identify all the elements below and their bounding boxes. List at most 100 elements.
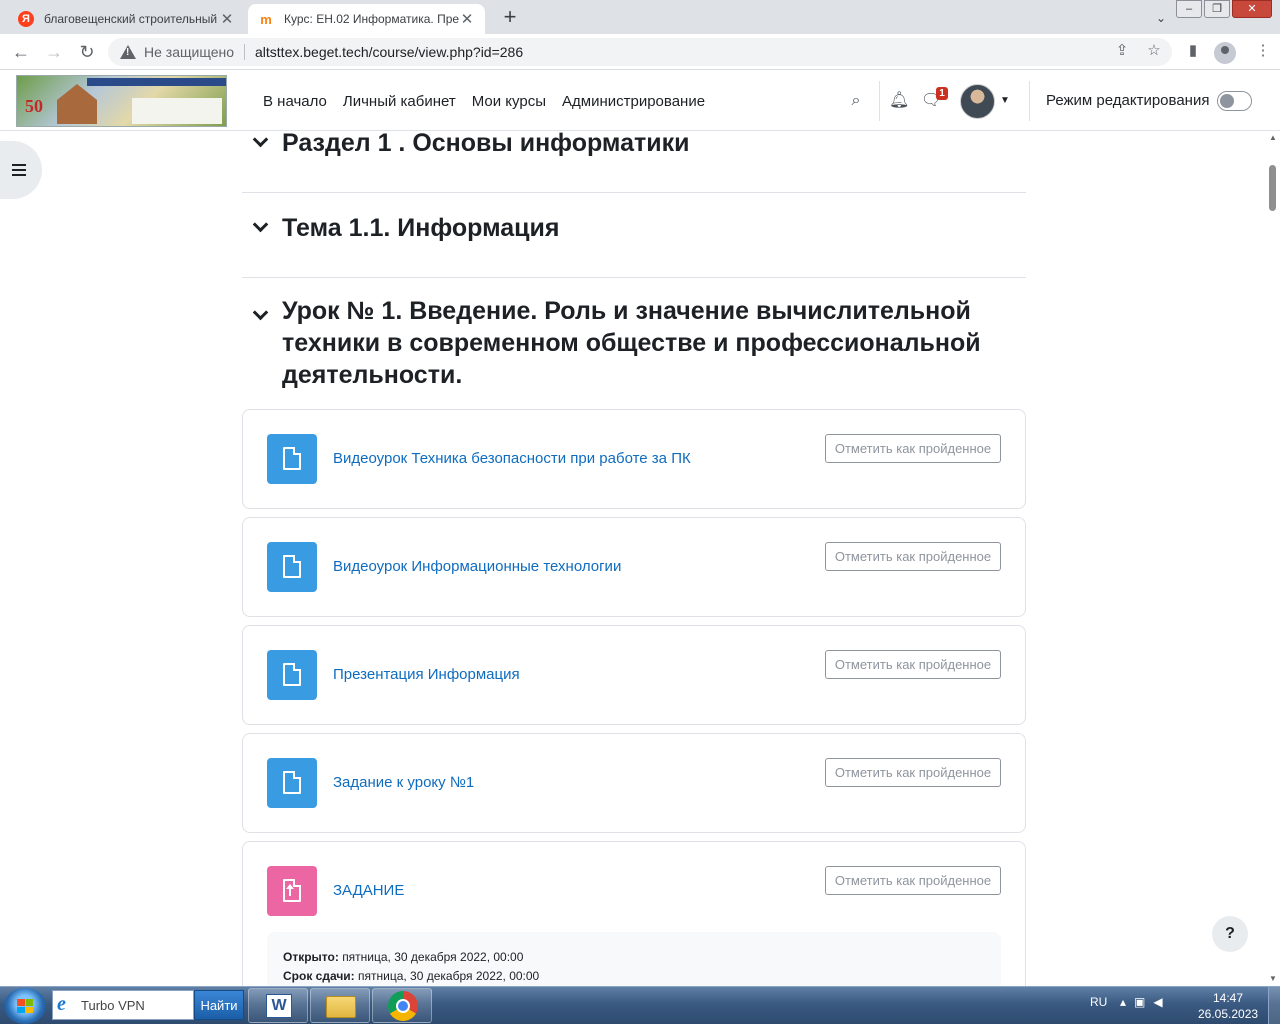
tray-icons[interactable]: ▴▣◀︎ xyxy=(1120,995,1171,1009)
activity-link[interactable]: Задание к уроку №1 xyxy=(333,772,474,794)
taskbar-word-button[interactable]: W xyxy=(248,988,308,1023)
message-count-badge: 1 xyxy=(936,87,948,100)
mark-done-button[interactable]: Отметить как пройденное xyxy=(825,650,1001,679)
chevron-down-icon[interactable] xyxy=(252,219,268,235)
tab-search-icon[interactable]: ⌄ xyxy=(1151,8,1171,28)
internet-explorer-icon: e xyxy=(57,993,66,1015)
nav-admin-link[interactable]: Администрирование xyxy=(562,93,705,110)
bell-icon[interactable]: 🔔︎ xyxy=(889,91,909,111)
window-controls: – ❐ ✕ xyxy=(1174,0,1272,18)
warning-icon[interactable] xyxy=(120,44,136,60)
help-button[interactable]: ? xyxy=(1212,916,1248,952)
nav-dashboard-link[interactable]: Личный кабинет xyxy=(343,93,456,110)
close-icon[interactable]: ✕ xyxy=(219,10,235,28)
new-tab-button[interactable]: + xyxy=(498,6,522,30)
activity-link[interactable]: Видеоурок Информационные технологии xyxy=(333,556,621,578)
mark-done-button[interactable]: Отметить как пройденное xyxy=(825,758,1001,787)
chevron-down-icon[interactable]: ▼ xyxy=(1000,91,1010,111)
browser-tab-yandex[interactable]: Я благовещенский строительный техникум ✕ xyxy=(8,4,245,34)
menu-icon[interactable]: ⋮ xyxy=(1252,40,1274,62)
nav-home-link[interactable]: В начало xyxy=(263,93,327,110)
windows-taskbar: e Turbo VPN Найти W RU ▴▣◀︎ 14:47 26.05.… xyxy=(0,986,1280,1024)
due-value: пятница, 30 декабря 2022, 00:00 xyxy=(358,969,540,983)
file-icon xyxy=(267,650,317,700)
divider xyxy=(244,44,245,60)
logo-panel xyxy=(132,98,222,124)
site-navbar: 50 В начало Личный кабинет Мои курсы Адм… xyxy=(0,71,1280,131)
profile-icon[interactable] xyxy=(1214,42,1236,64)
logo-number: 50 xyxy=(25,96,43,116)
opened-label: Открыто: xyxy=(283,950,339,964)
avatar[interactable] xyxy=(960,84,995,119)
clock-date: 26.05.2023 xyxy=(1198,1007,1259,1021)
edit-mode-label: Режим редактирования xyxy=(1046,92,1210,109)
page-scrollbar[interactable]: ▲ ▼ xyxy=(1266,131,1280,986)
scroll-up-icon[interactable]: ▲ xyxy=(1268,133,1278,143)
back-icon[interactable]: ← xyxy=(10,41,32,63)
taskbar-search-button[interactable]: Найти xyxy=(194,990,244,1020)
word-icon: W xyxy=(266,994,292,1018)
security-label[interactable]: Не защищено xyxy=(144,44,234,60)
moodle-icon: m xyxy=(260,11,272,27)
address-bar[interactable]: Не защищено altsttex.beget.tech/course/v… xyxy=(108,38,1172,66)
taskbar-chrome-button[interactable] xyxy=(372,988,432,1023)
divider xyxy=(1029,81,1030,121)
nav-my-courses-link[interactable]: Мои курсы xyxy=(472,93,546,110)
primary-navigation: В начало Личный кабинет Мои курсы Админи… xyxy=(263,71,721,131)
chevron-down-icon[interactable] xyxy=(252,134,268,150)
mark-done-button[interactable]: Отметить как пройденное xyxy=(825,866,1001,895)
scroll-down-icon[interactable]: ▼ xyxy=(1268,974,1278,984)
language-indicator[interactable]: RU xyxy=(1090,995,1107,1009)
forward-icon[interactable]: → xyxy=(43,41,65,63)
share-icon[interactable]: ⇪ xyxy=(1111,40,1133,62)
side-panel-icon[interactable]: ▮ xyxy=(1182,40,1204,62)
edit-mode-toggle[interactable] xyxy=(1217,91,1252,111)
activity-item: Презентация Информация Отметить как прой… xyxy=(242,625,1026,725)
course-index-button[interactable] xyxy=(0,141,42,199)
chevron-down-icon[interactable] xyxy=(252,307,268,323)
due-date: Срок сдачи: пятница, 30 декабря 2022, 00… xyxy=(283,967,985,986)
course-content: Раздел 1 . Основы информатики Тема 1.1. … xyxy=(242,131,1026,986)
browser-toolbar: ← → ↻ Не защищено altsttex.beget.tech/co… xyxy=(0,34,1280,70)
taskbar-search-text: Turbo VPN xyxy=(81,997,145,1013)
section-title[interactable]: Раздел 1 . Основы информатики xyxy=(282,131,1022,159)
minimize-button[interactable]: – xyxy=(1176,0,1202,18)
activity-item: Видеоурок Информационные технологии Отме… xyxy=(242,517,1026,617)
mark-done-button[interactable]: Отметить как пройденное xyxy=(825,434,1001,463)
section-title[interactable]: Тема 1.1. Информация xyxy=(282,212,1022,244)
divider xyxy=(242,192,1026,193)
folder-icon xyxy=(326,996,356,1018)
activity-item: Видеоурок Техника безопасности при работ… xyxy=(242,409,1026,509)
file-icon xyxy=(267,434,317,484)
taskbar-explorer-button[interactable] xyxy=(310,988,370,1023)
activity-item: Задание к уроку №1 Отметить как пройденн… xyxy=(242,733,1026,833)
reload-icon[interactable]: ↻ xyxy=(76,41,98,63)
activity-link[interactable]: ЗАДАНИЕ xyxy=(333,880,404,902)
activity-link[interactable]: Видеоурок Техника безопасности при работ… xyxy=(333,448,691,470)
divider xyxy=(879,81,880,121)
opened-value: пятница, 30 декабря 2022, 00:00 xyxy=(342,950,524,964)
scrollbar-thumb[interactable] xyxy=(1269,165,1276,211)
maximize-button[interactable]: ❐ xyxy=(1204,0,1230,18)
search-icon[interactable]: ⌕ xyxy=(846,91,866,111)
mark-done-button[interactable]: Отметить как пройденное xyxy=(825,542,1001,571)
browser-tab-strip: Я благовещенский строительный техникум ✕… xyxy=(0,0,1280,34)
show-desktop-button[interactable] xyxy=(1268,987,1280,1024)
divider xyxy=(242,277,1026,278)
close-icon[interactable]: ✕ xyxy=(459,10,475,28)
section-title[interactable]: Урок № 1. Введение. Роль и значение вычи… xyxy=(282,295,1022,391)
list-icon xyxy=(12,164,26,176)
star-icon[interactable]: ☆ xyxy=(1143,40,1165,62)
logo-house xyxy=(57,84,97,124)
clock[interactable]: 14:47 26.05.2023 xyxy=(1198,990,1258,1022)
window-close-button[interactable]: ✕ xyxy=(1232,0,1272,18)
activity-link[interactable]: Презентация Информация xyxy=(333,664,520,686)
opened-date: Открыто: пятница, 30 декабря 2022, 00:00 xyxy=(283,948,985,967)
site-logo[interactable]: 50 xyxy=(16,75,227,127)
clock-time: 14:47 xyxy=(1212,991,1244,1005)
start-button[interactable] xyxy=(4,988,46,1024)
logo-banner xyxy=(87,78,226,86)
taskbar-search-input[interactable]: e Turbo VPN xyxy=(52,990,194,1020)
url-text[interactable]: altsttex.beget.tech/course/view.php?id=2… xyxy=(255,44,523,60)
browser-tab-course[interactable]: m Курс: ЕН.02 Информатика. Преподаватель… xyxy=(248,4,485,34)
